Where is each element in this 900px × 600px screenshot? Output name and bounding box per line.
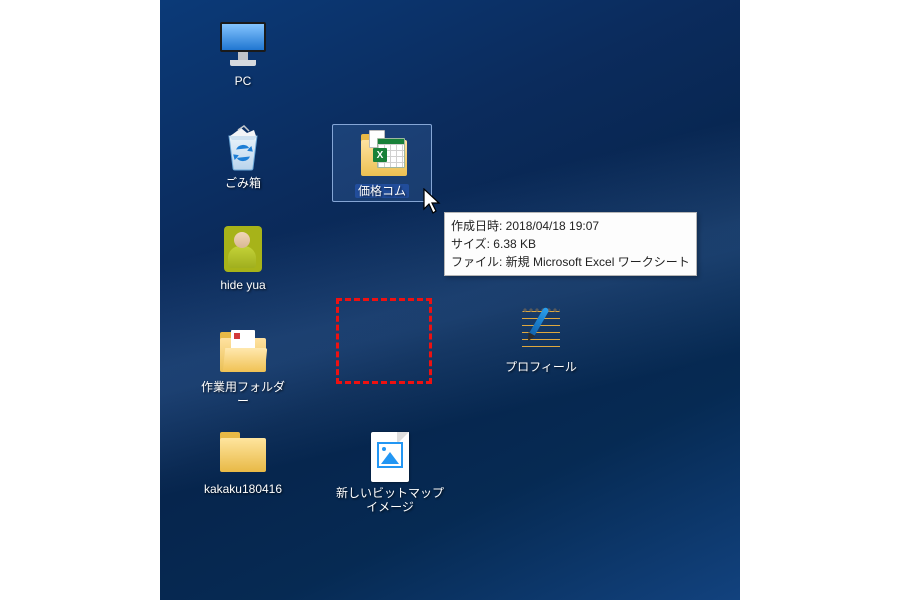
excel-badge-icon: X — [373, 148, 387, 162]
desktop-icon-pc[interactable]: PC — [198, 18, 288, 88]
tooltip-line-size: サイズ: 6.38 KB — [451, 235, 690, 253]
hover-tooltip: 作成日時: 2018/04/18 19:07 サイズ: 6.38 KB ファイル… — [444, 212, 697, 276]
folder-with-excel-icon: X — [355, 128, 409, 182]
desktop-icon-user[interactable]: hide yua — [198, 222, 288, 292]
icon-label: プロフィール — [502, 360, 580, 374]
pc-icon — [216, 18, 270, 72]
tooltip-line-created: 作成日時: 2018/04/18 19:07 — [451, 217, 690, 235]
icon-label: hide yua — [217, 278, 268, 292]
desktop-wallpaper[interactable]: PC — [160, 0, 740, 600]
image-file-icon — [363, 430, 417, 484]
tooltip-line-file: ファイル: 新規 Microsoft Excel ワークシート — [451, 253, 690, 271]
desktop-icon-price-folder[interactable]: X 価格コム — [332, 124, 432, 202]
desktop-icon-kakaku-folder[interactable]: kakaku180416 — [198, 426, 288, 496]
icon-label: 作業用フォルダー — [198, 380, 288, 409]
recycle-bin-icon — [216, 120, 270, 174]
folder-with-document-icon — [216, 324, 270, 378]
icon-label: 新しいビットマップ イメージ — [330, 486, 450, 515]
desktop-viewport: PC — [160, 0, 740, 600]
icon-label: kakaku180416 — [201, 482, 285, 496]
icon-label: 価格コム — [355, 184, 409, 198]
notepad-icon — [514, 304, 568, 358]
icon-label: PC — [232, 74, 255, 88]
desktop-icon-profile[interactable]: プロフィール — [496, 304, 586, 374]
desktop-icon-work-folder[interactable]: 作業用フォルダー — [198, 324, 288, 409]
selection-marquee — [336, 298, 432, 384]
desktop-icon-bitmap[interactable]: 新しいビットマップ イメージ — [330, 430, 450, 515]
folder-icon — [216, 426, 270, 480]
user-icon — [216, 222, 270, 276]
icon-label: ごみ箱 — [222, 176, 264, 190]
desktop-icon-recycle-bin[interactable]: ごみ箱 — [198, 120, 288, 190]
